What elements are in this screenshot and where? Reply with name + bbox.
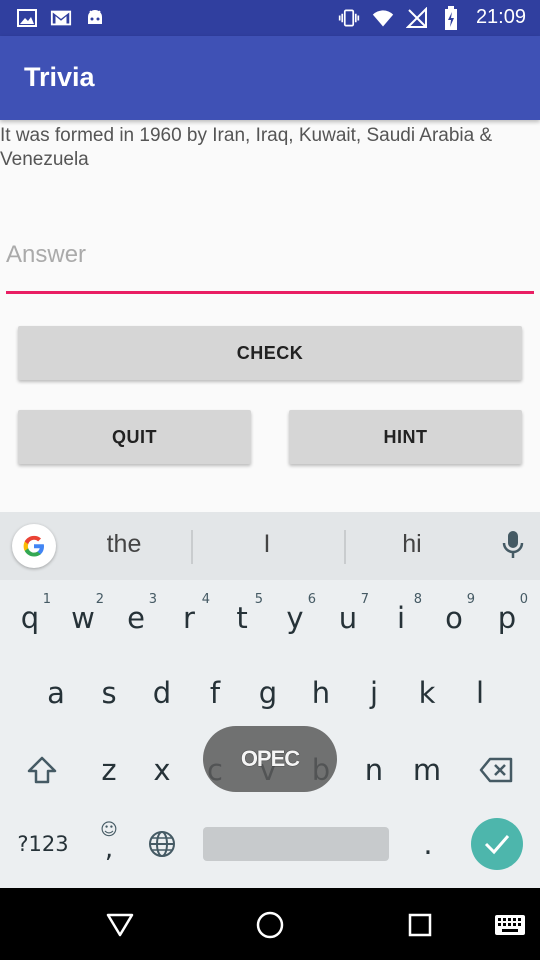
key-hint: 5 <box>254 592 263 607</box>
image-icon <box>16 7 38 29</box>
recents-icon[interactable] <box>403 908 437 942</box>
key-label: o <box>445 601 463 635</box>
key-label: u <box>338 601 358 635</box>
key-w[interactable]: w2 <box>58 590 108 646</box>
globe-icon <box>149 831 175 857</box>
key-p[interactable]: p0 <box>482 590 532 646</box>
key-t[interactable]: t5 <box>217 590 267 646</box>
key-label: i <box>396 601 406 635</box>
key-g[interactable]: g <box>243 665 293 721</box>
navigation-bar <box>0 888 540 960</box>
key-label: y <box>286 601 304 635</box>
key-y[interactable]: y6 <box>270 590 320 646</box>
hint-button[interactable]: HINT <box>289 410 522 464</box>
home-icon[interactable] <box>253 908 287 942</box>
keyboard-switch-icon[interactable] <box>493 908 527 942</box>
key-s[interactable]: s <box>84 665 134 721</box>
key-hint: 4 <box>201 592 210 607</box>
suggestion-2[interactable]: I <box>197 530 337 559</box>
key-u[interactable]: u7 <box>323 590 373 646</box>
microphone-icon[interactable] <box>502 530 524 565</box>
key-n[interactable]: n <box>349 742 399 798</box>
key-x[interactable]: x <box>137 742 187 798</box>
key-m[interactable]: m <box>402 742 452 798</box>
key-h[interactable]: h <box>296 665 346 721</box>
key-hint: 2 <box>95 592 104 607</box>
key-label: e <box>127 601 145 635</box>
key-a[interactable]: a <box>31 665 81 721</box>
key-label: p <box>497 601 517 635</box>
key-o[interactable]: o9 <box>429 590 479 646</box>
question-text: It was formed in 1960 by Iran, Iraq, Kuw… <box>0 125 493 170</box>
status-bar: 21:09 <box>0 0 540 36</box>
battery-charging-icon <box>440 5 462 30</box>
period-key[interactable]: . <box>403 816 453 872</box>
key-label: w <box>71 601 95 635</box>
key-label: r <box>183 601 195 635</box>
quit-button[interactable]: QUIT <box>18 410 251 464</box>
key-hint: 9 <box>466 592 475 607</box>
key-preview-popup: OPEC <box>203 726 337 792</box>
suggestion-1[interactable]: the <box>54 530 194 559</box>
shift-icon <box>27 756 57 784</box>
clock: 21:09 <box>475 6 526 28</box>
no-signal-icon <box>405 6 428 29</box>
key-r[interactable]: r4 <box>164 590 214 646</box>
key-e[interactable]: e3 <box>111 590 161 646</box>
app-bar: Trivia <box>0 36 540 120</box>
soft-keyboard: the I hi q1 w2 e3 r4 t5 y6 u7 i8 o9 p0 a… <box>0 512 540 888</box>
key-hint: 6 <box>307 592 316 607</box>
key-d[interactable]: d <box>137 665 187 721</box>
back-icon[interactable] <box>103 908 137 942</box>
suggestion-divider <box>191 530 193 564</box>
language-key[interactable] <box>137 816 187 872</box>
wifi-icon <box>372 7 394 29</box>
key-label: t <box>236 601 248 635</box>
key-hint: 1 <box>42 592 51 607</box>
android-icon <box>84 7 106 29</box>
google-icon[interactable] <box>12 524 56 568</box>
comma-label: , <box>104 834 114 864</box>
key-label: q <box>20 601 40 635</box>
suggestion-bar: the I hi <box>0 512 540 580</box>
answer-input[interactable] <box>6 228 534 294</box>
key-i[interactable]: i8 <box>376 590 426 646</box>
space-key[interactable] <box>203 827 389 861</box>
key-hint: 3 <box>148 592 157 607</box>
key-hint: 7 <box>360 592 369 607</box>
key-hint: 8 <box>413 592 422 607</box>
suggestion-3[interactable]: hi <box>342 530 482 559</box>
check-button[interactable]: CHECK <box>18 326 522 380</box>
emoji-comma-key[interactable]: ☺ , <box>84 816 134 872</box>
checkmark-icon <box>484 835 510 855</box>
key-j[interactable]: j <box>349 665 399 721</box>
key-z[interactable]: z <box>84 742 134 798</box>
vibrate-icon <box>338 7 360 29</box>
enter-key[interactable] <box>471 818 523 870</box>
key-q[interactable]: q1 <box>5 590 55 646</box>
app-title: Trivia <box>24 62 95 92</box>
key-l[interactable]: l <box>455 665 505 721</box>
shift-key[interactable] <box>17 742 67 798</box>
symbols-key[interactable]: ?123 <box>12 816 74 872</box>
backspace-key[interactable] <box>471 742 521 798</box>
key-hint: 0 <box>519 592 528 607</box>
gmail-icon <box>50 7 72 29</box>
key-k[interactable]: k <box>402 665 452 721</box>
key-f[interactable]: f <box>190 665 240 721</box>
backspace-icon <box>479 757 513 783</box>
